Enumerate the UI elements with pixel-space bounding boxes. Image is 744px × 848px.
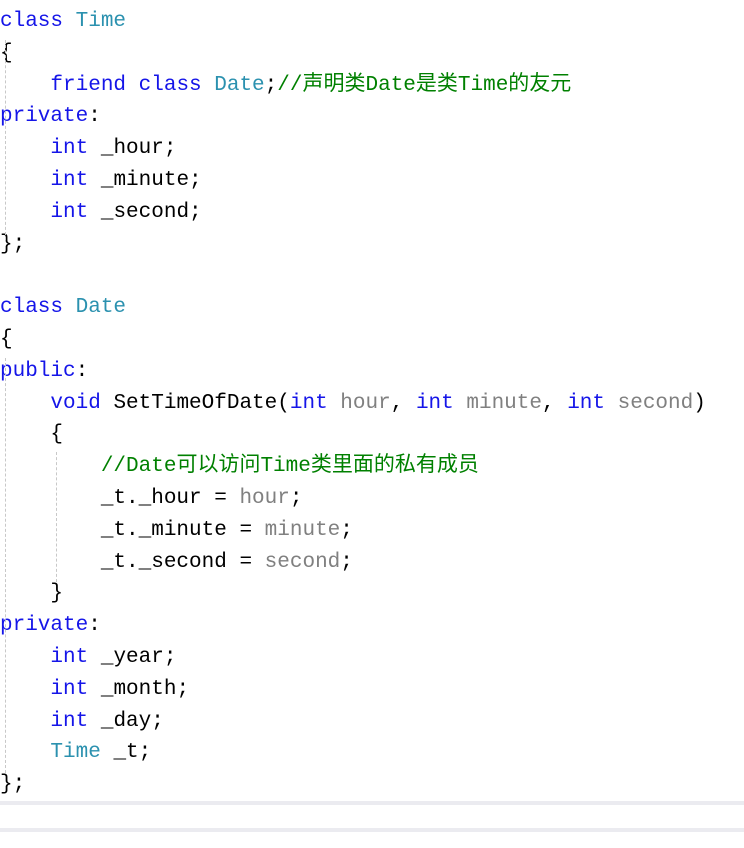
- code-line: friend class Date;//声明类Date是类Time的友元: [0, 70, 706, 102]
- code-line: Time _t;: [0, 737, 706, 769]
- parameter-token: minute: [466, 391, 542, 415]
- code-line: int _minute;: [0, 165, 706, 197]
- separator: [0, 801, 744, 805]
- code-line: _t._minute = minute;: [0, 515, 706, 547]
- code-token: {: [0, 327, 13, 351]
- code-line: int _hour;: [0, 133, 706, 165]
- keyword-token: int: [50, 137, 89, 161]
- code-token: SetTimeOfDate(: [113, 391, 290, 415]
- keyword-token: private: [0, 614, 89, 638]
- code-line: //Date可以访问Time类里面的私有成员: [0, 451, 706, 483]
- comment-token: //声明类Date是类Time的友元: [277, 73, 572, 97]
- keyword-token: public: [0, 359, 76, 383]
- indent-guide: [56, 452, 57, 582]
- code-token: _day;: [88, 709, 164, 733]
- code-line: {: [0, 38, 706, 70]
- code-line: {: [0, 324, 706, 356]
- code-token: _month;: [88, 677, 190, 701]
- parameter-token: hour: [239, 486, 290, 510]
- code-line: _t._second = second;: [0, 547, 706, 579]
- parameter-token: second: [617, 391, 694, 415]
- code-token: _year;: [88, 645, 177, 669]
- keyword-token: int: [415, 391, 467, 415]
- keyword-token: int: [50, 200, 89, 224]
- keyword-token: int: [50, 677, 89, 701]
- code-line: int _month;: [0, 674, 706, 706]
- separator: [0, 828, 744, 832]
- code-token: };: [0, 773, 26, 797]
- code-token: _t;: [100, 741, 152, 765]
- parameter-token: minute: [264, 518, 341, 542]
- code-line: }: [0, 578, 706, 610]
- parameter-token: second: [264, 550, 341, 574]
- code-token: _t._minute =: [0, 518, 265, 542]
- keyword-token: int: [50, 645, 89, 669]
- code-token: _second;: [88, 200, 202, 224]
- code-token: }: [0, 582, 64, 606]
- code-token: :: [88, 614, 101, 638]
- keyword-token: friend class: [50, 73, 215, 97]
- keyword-token: void: [50, 391, 114, 415]
- code-token: _hour;: [88, 137, 177, 161]
- keyword-token: int: [567, 391, 618, 415]
- comment-token: //Date可以访问Time类里面的私有成员: [100, 455, 479, 479]
- code-line: class Time: [0, 6, 706, 38]
- code-token: ;: [340, 518, 353, 542]
- code-token: ;: [264, 73, 278, 97]
- code-token: _t._second =: [0, 550, 265, 574]
- keyword-token: class: [0, 296, 76, 320]
- code-line: int _day;: [0, 706, 706, 738]
- code-line: private:: [0, 610, 706, 642]
- code-token: };: [0, 232, 26, 256]
- code-token: :: [75, 359, 89, 383]
- code-line: };: [0, 229, 706, 261]
- parameter-token: hour: [340, 391, 391, 415]
- code-token: {: [0, 41, 13, 65]
- type-token: Time: [75, 10, 127, 33]
- code-line: private:: [0, 101, 706, 133]
- type-token: Date: [214, 73, 265, 97]
- code-line: int _second;: [0, 197, 706, 229]
- code-token: ): [693, 391, 706, 415]
- indent-guide: [5, 40, 6, 240]
- code-token: ,: [541, 391, 568, 415]
- code-line: class Date: [0, 292, 706, 324]
- code-editor[interactable]: class Time{ friend class Date;//声明类Date是…: [0, 6, 706, 801]
- code-line: _t._hour = hour;: [0, 483, 706, 515]
- code-token: ;: [340, 550, 353, 574]
- code-token: ;: [289, 486, 303, 510]
- code-token: ,: [390, 391, 416, 415]
- code-line: int _year;: [0, 642, 706, 674]
- keyword-token: int: [50, 709, 89, 733]
- keyword-token: class: [0, 10, 76, 33]
- code-token: _t._hour =: [0, 486, 240, 510]
- code-line: public:: [0, 356, 706, 388]
- keyword-token: private: [0, 105, 89, 129]
- code-token: _minute;: [88, 168, 202, 192]
- type-token: Time: [50, 741, 101, 765]
- keyword-token: int: [50, 168, 89, 192]
- type-token: Date: [75, 296, 127, 320]
- code-token: :: [88, 105, 101, 129]
- code-line: };: [0, 769, 706, 801]
- indent-guide: [5, 358, 6, 773]
- keyword-token: int: [289, 391, 341, 415]
- code-token: {: [0, 423, 64, 447]
- code-line: void SetTimeOfDate(int hour, int minute,…: [0, 388, 706, 420]
- code-line: {: [0, 419, 706, 451]
